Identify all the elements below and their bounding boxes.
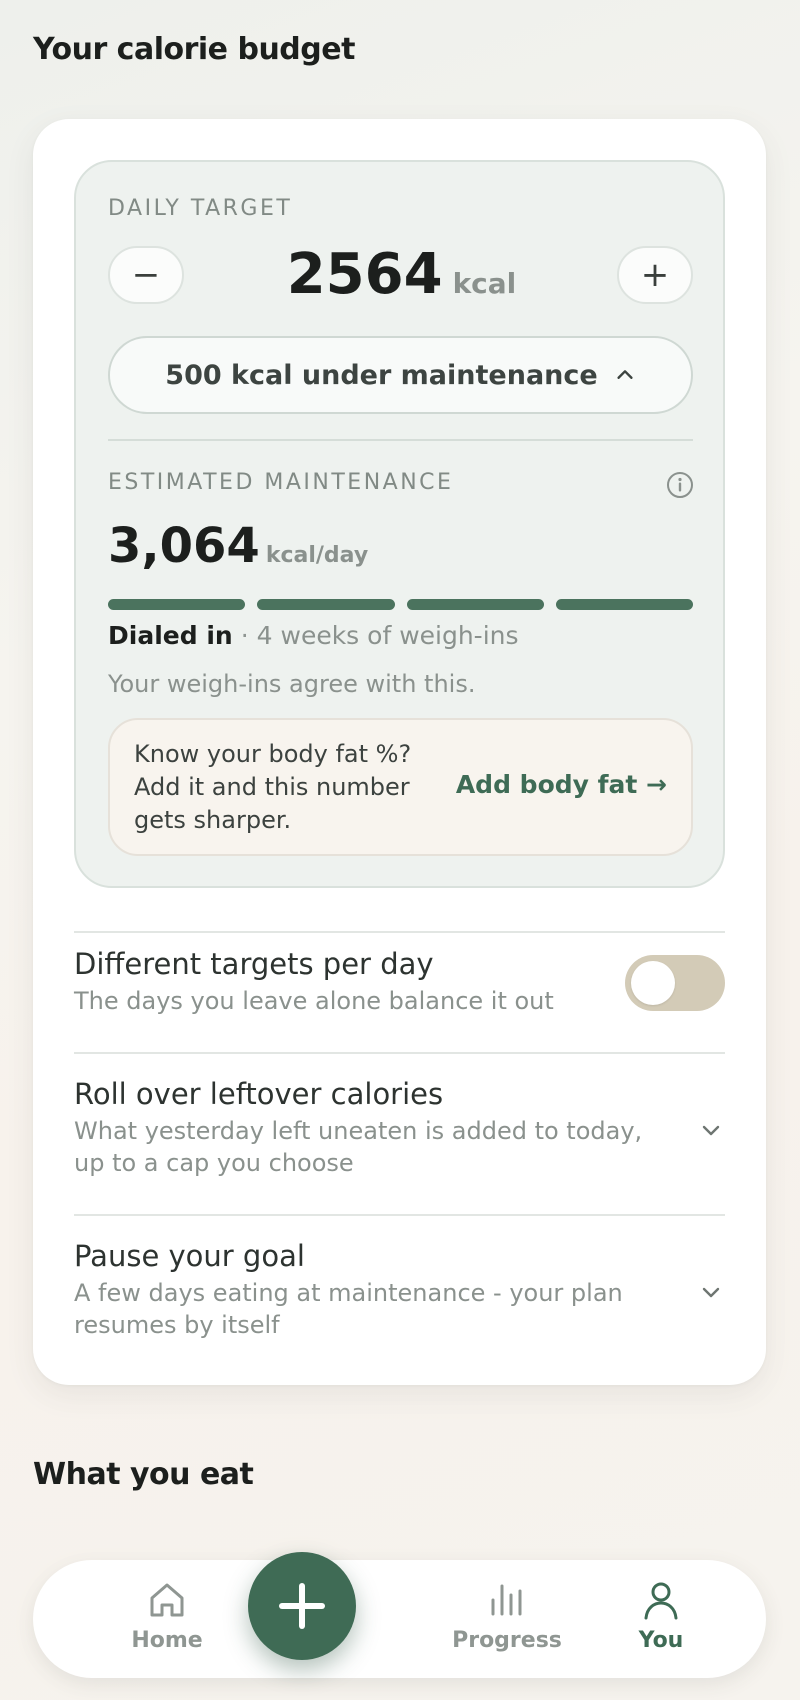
target-unit: kcal <box>452 267 517 300</box>
chevron-down-icon[interactable] <box>699 1118 723 1142</box>
confidence-status: Dialed in · 4 weeks of weigh-ins <box>108 621 519 650</box>
bar-chart-icon <box>491 1584 522 1616</box>
divider <box>74 931 725 933</box>
daily-target-panel: DAILY TARGET − 2564 kcal + 500 kcal under… <box>74 160 725 888</box>
toggle-knob <box>631 961 675 1005</box>
chevron-down-icon[interactable] <box>699 1280 723 1304</box>
confidence-segment <box>555 599 693 610</box>
maintenance-label: ESTIMATED MAINTENANCE <box>108 470 454 495</box>
plus-icon <box>279 1583 325 1629</box>
different-targets-toggle[interactable] <box>625 955 725 1011</box>
nav-label-progress: Progress <box>452 1628 562 1653</box>
maintenance-display: 3,064 kcal/day <box>108 518 368 574</box>
divider <box>74 1052 725 1054</box>
daily-target-label: DAILY TARGET <box>108 196 293 221</box>
chevron-up-icon <box>617 370 633 379</box>
home-icon <box>150 1583 184 1617</box>
deficit-label: 500 kcal under maintenance <box>165 359 598 391</box>
nav-item-progress[interactable]: Progress <box>437 1578 577 1653</box>
add-entry-button[interactable] <box>248 1552 356 1660</box>
divider <box>74 1214 725 1216</box>
setting-title-pause-goal[interactable]: Pause your goal <box>74 1239 305 1273</box>
maintenance-note: Your weigh-ins agree with this. <box>108 670 476 698</box>
maintenance-value: 3,064 <box>108 518 260 574</box>
section-title-what-you-eat: What you eat <box>33 1457 254 1492</box>
plus-icon: + <box>640 255 670 295</box>
maintenance-unit: kcal/day <box>265 543 369 568</box>
confidence-segment <box>406 599 544 610</box>
minus-icon: − <box>131 255 161 295</box>
confidence-status-label: Dialed in <box>108 621 233 650</box>
target-value: 2564 <box>286 242 443 307</box>
divider <box>108 439 693 441</box>
add-body-fat-link[interactable]: Add body fat → <box>456 770 667 799</box>
target-display: 2564 kcal <box>196 242 607 307</box>
bottom-nav: Home Progress You <box>33 1560 766 1678</box>
setting-subtitle-rollover: What yesterday left uneaten is added to … <box>74 1117 643 1177</box>
nav-label-you: You <box>638 1628 684 1653</box>
setting-title-rollover[interactable]: Roll over leftover calories <box>74 1077 443 1111</box>
increase-target-button[interactable]: + <box>617 246 693 304</box>
body-fat-prompt: Know your body fat %? Add it and this nu… <box>108 718 693 856</box>
confidence-segment <box>257 599 395 610</box>
confidence-segment <box>108 599 246 610</box>
nav-item-home[interactable]: Home <box>97 1578 237 1653</box>
body-fat-prompt-text: Know your body fat %? Add it and this nu… <box>134 740 412 834</box>
section-title-calorie-budget: Your calorie budget <box>33 32 355 67</box>
confidence-status-detail: 4 weeks of weigh-ins <box>256 621 519 650</box>
setting-title-different-targets: Different targets per day <box>74 947 434 981</box>
person-icon <box>644 1582 678 1620</box>
separator-dot: · <box>240 621 249 650</box>
setting-subtitle-different-targets: The days you leave alone balance it out <box>74 987 554 1015</box>
setting-subtitle-pause-goal: A few days eating at maintenance - your … <box>74 1279 623 1339</box>
deficit-selector[interactable]: 500 kcal under maintenance <box>108 336 693 414</box>
nav-label-home: Home <box>131 1628 203 1653</box>
nav-item-you[interactable]: You <box>591 1578 731 1653</box>
calorie-budget-card: DAILY TARGET − 2564 kcal + 500 kcal under… <box>33 119 766 1385</box>
confidence-meter <box>108 599 693 610</box>
decrease-target-button[interactable]: − <box>108 246 184 304</box>
info-icon[interactable] <box>665 470 695 500</box>
